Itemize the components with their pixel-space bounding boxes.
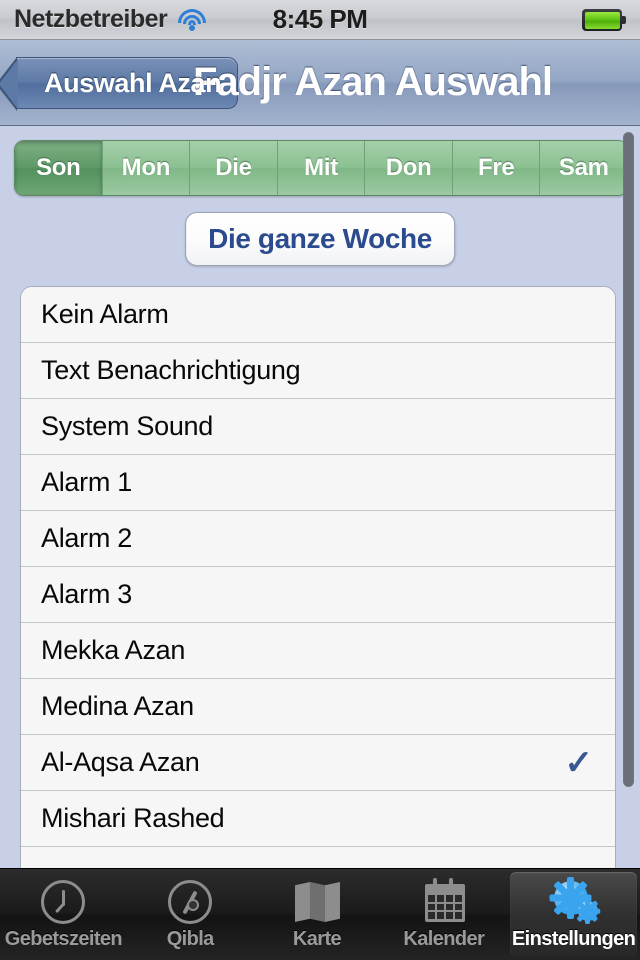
status-bar: Netzbetreiber 8:45 PM: [0, 0, 640, 40]
tab-label: Kalender: [403, 928, 485, 950]
list-item[interactable]: Medina Azan: [21, 679, 615, 735]
tab-label: Einstellungen: [511, 928, 636, 950]
list-item-label: Mishari Rashed: [41, 803, 225, 833]
segment-son[interactable]: Son: [15, 141, 102, 195]
list-item[interactable]: Mishari Rashed: [21, 791, 615, 847]
map-icon: [291, 878, 343, 926]
list-item[interactable]: Al-Aqsa Azan ✓: [21, 735, 615, 791]
list-item[interactable]: Alarm 2: [21, 511, 615, 567]
battery-icon: [582, 9, 626, 31]
tab-einstellungen[interactable]: Einstellungen: [510, 872, 637, 957]
content-area: Son Mon Die Mit Don Fre Sam Die ganze Woche Ke…: [0, 126, 640, 908]
list-item[interactable]: Mekka Azan: [21, 623, 615, 679]
tab-gebetszeiten[interactable]: Gebetszeiten: [0, 869, 127, 960]
weekday-segmented-control[interactable]: Son Mon Die Mit Don Fre Sam: [14, 140, 628, 196]
list-item-label: Alarm 3: [41, 579, 132, 609]
segment-label: Son: [36, 154, 81, 181]
clock-icon: [37, 878, 89, 926]
list-item-label: Medina Azan: [41, 691, 194, 721]
list-item-label: Alarm 1: [41, 467, 132, 497]
list-item[interactable]: System Sound: [21, 399, 615, 455]
list-item[interactable]: Text Benachrichtigung: [21, 343, 615, 399]
vertical-scrollbar[interactable]: [623, 132, 634, 787]
status-bar-time: 8:45 PM: [272, 4, 368, 34]
whole-week-button-label: Die ganze Woche: [208, 223, 432, 254]
tab-label: Gebetszeiten: [4, 928, 123, 950]
navigation-bar: Auswahl Azan Fadjr Azan Auswahl: [0, 40, 640, 126]
segment-mon[interactable]: Mon: [101, 141, 190, 195]
tab-qibla[interactable]: Qibla: [127, 869, 254, 960]
segment-label: Sam: [558, 154, 609, 181]
list-item-label: Mekka Azan: [41, 635, 186, 665]
list-item[interactable]: Alarm 3: [21, 567, 615, 623]
segment-mit[interactable]: Mit: [276, 141, 365, 195]
tab-bar[interactable]: Gebetszeiten Qibla Karte Kalender Einstellun…: [0, 868, 640, 960]
list-item[interactable]: Kein Alarm: [21, 287, 615, 343]
gear-icon: [548, 877, 601, 926]
list-item-label: System Sound: [41, 411, 213, 441]
whole-week-button[interactable]: Die ganze Woche: [185, 212, 455, 266]
tab-label: Karte: [292, 928, 342, 950]
tab-kalender[interactable]: Kalender: [380, 869, 507, 960]
tab-karte[interactable]: Karte: [254, 869, 381, 960]
segment-label: Fre: [477, 154, 515, 181]
segment-label: Don: [385, 154, 432, 181]
compass-icon: [164, 878, 216, 926]
app-screen: Netzbetreiber 8:45 PM Auswahl Azan Fadjr…: [0, 0, 640, 960]
segment-label: Mit: [304, 154, 338, 181]
segment-die[interactable]: Die: [189, 141, 277, 195]
list-item-label: Al-Aqsa Azan: [41, 747, 200, 777]
checkmark-icon: ✓: [564, 743, 594, 782]
azan-options-list[interactable]: Kein Alarm Text Benachrichtigung System So…: [20, 286, 616, 908]
segment-don[interactable]: Don: [364, 141, 452, 195]
segment-sam[interactable]: Sam: [539, 141, 627, 195]
segment-label: Die: [215, 154, 252, 181]
segment-fre[interactable]: Fre: [451, 141, 540, 195]
list-item[interactable]: Alarm 1: [21, 455, 615, 511]
back-button-label: Auswahl Azan: [44, 67, 222, 98]
list-item-label: Alarm 2: [41, 523, 132, 553]
segment-label: Mon: [121, 154, 171, 181]
calendar-icon: [418, 878, 470, 926]
list-item-label: Text Benachrichtigung: [41, 355, 301, 385]
tab-label: Qibla: [166, 928, 215, 950]
list-item-label: Kein Alarm: [41, 299, 169, 329]
